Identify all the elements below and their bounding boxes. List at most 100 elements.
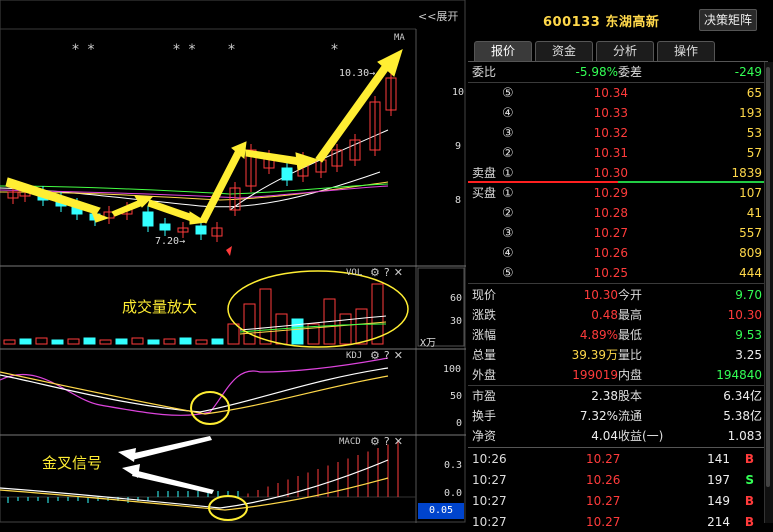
volume-bar <box>99 339 112 345</box>
order-volume: 53 <box>746 126 762 140</box>
level-icon: ④ <box>502 106 514 121</box>
volume-bar <box>339 313 352 345</box>
vol-tools: ⚙? ✕ <box>366 266 403 279</box>
volume-bar <box>83 337 96 345</box>
order-volume: 57 <box>746 146 762 160</box>
order-book-row[interactable]: ④ 10.33 193 <box>468 103 768 123</box>
volume-bar <box>163 338 176 345</box>
level-icon: ③ <box>502 226 514 241</box>
kdj-label: KDJ <box>346 351 363 361</box>
golden-cross-annotation: 金叉信号 <box>42 454 103 472</box>
volume-bar <box>355 308 368 345</box>
price-tick-8: 8 <box>455 195 462 206</box>
help-icon[interactable]: ? <box>384 266 390 279</box>
close-icon[interactable]: ✕ <box>394 349 403 362</box>
scrollbar-thumb[interactable] <box>766 67 770 487</box>
star-marks-3: * <box>228 42 235 58</box>
star-marks-4: * <box>331 42 338 58</box>
volume-bar <box>179 337 192 345</box>
stat-row: 总量 39.39万 量比 3.25 <box>472 348 762 362</box>
level-icon: ⑤ <box>502 266 514 281</box>
quote-panel: 600133 东湖高新 决策矩阵 报价 资金 分析 操作 委比 -5.98% 委… <box>468 0 773 529</box>
stat-row: 涨幅 4.89% 最低 9.53 <box>472 328 762 342</box>
level-icon: ③ <box>502 126 514 141</box>
order-book-row[interactable]: ② 10.31 57 <box>468 143 768 163</box>
volume-bar <box>147 339 160 345</box>
order-volume: 41 <box>746 206 762 220</box>
expand-button[interactable]: <<展开 <box>418 8 458 24</box>
tab-analysis[interactable]: 分析 <box>596 41 654 61</box>
trade-row: 10:27 10.26 197 S <box>472 473 754 487</box>
volume-bar <box>35 337 48 345</box>
side-label: 卖盘 <box>472 166 497 180</box>
macd-label: MACD <box>339 437 361 447</box>
order-book-row[interactable]: ⑤ 10.34 65 <box>468 83 768 103</box>
macd-tick-00: 0.0 <box>444 488 463 499</box>
volume-bar <box>371 283 384 345</box>
volume-bar <box>131 337 144 345</box>
volume-bar <box>195 339 208 345</box>
vol-unit: X万 <box>420 338 437 349</box>
kdj-tick-0: 0 <box>456 418 463 429</box>
macd-tools: ⚙? ✕ <box>366 435 403 448</box>
order-book-row[interactable]: 卖盘 ① 10.30 1839 <box>468 163 768 183</box>
order-volume: 444 <box>739 266 762 280</box>
order-price: 10.28 <box>593 206 628 220</box>
level-icon: ④ <box>502 246 514 261</box>
help-icon[interactable]: ? <box>384 435 390 448</box>
macd-tick-03: 0.3 <box>444 460 463 471</box>
chart-area[interactable]: <<展开 MA * * * * * * 10.30→ 7.20→ 10 9 8 … <box>0 0 466 523</box>
stat-row: 换手 7.32% 流通 5.38亿 <box>472 409 762 423</box>
vol-label: VOL <box>346 268 363 278</box>
stat-row: 市盈 2.38 股本 6.34亿 <box>472 389 762 403</box>
volume-bar <box>19 338 32 345</box>
gear-icon[interactable]: ⚙ <box>370 435 380 448</box>
kdj-tick-100: 100 <box>443 364 462 375</box>
decision-matrix-button[interactable]: 决策矩阵 <box>699 9 757 31</box>
star-marks-2: * * <box>173 42 198 58</box>
order-price: 10.31 <box>593 146 628 160</box>
quote-tabs: 报价 资金 分析 操作 <box>474 41 718 61</box>
order-price: 10.33 <box>593 106 628 120</box>
vol-tick-30: 30 <box>450 316 463 327</box>
order-book-row[interactable]: ② 10.28 41 <box>468 203 768 223</box>
tab-quote[interactable]: 报价 <box>474 41 532 61</box>
volume-bar <box>67 338 80 345</box>
high-price-marker: 10.30→ <box>339 68 376 79</box>
kdj-k-line <box>0 367 389 413</box>
trade-row: 10:27 10.27 214 B <box>472 515 754 529</box>
vol-tick-60: 60 <box>450 293 463 304</box>
weibi-row: 委比 -5.98% 委差 -249 <box>472 65 762 79</box>
level-icon: ⑤ <box>502 86 514 101</box>
order-volume: 193 <box>739 106 762 120</box>
order-price: 10.26 <box>593 246 628 260</box>
level-icon: ② <box>502 146 514 161</box>
volume-annotation: 成交量放大 <box>122 298 198 316</box>
kdj-tools: ⚙? ✕ <box>366 349 403 362</box>
gear-icon[interactable]: ⚙ <box>370 349 380 362</box>
order-volume: 809 <box>739 246 762 260</box>
tab-funds[interactable]: 资金 <box>535 41 593 61</box>
order-price: 10.30 <box>593 166 628 180</box>
tab-operate[interactable]: 操作 <box>657 41 715 61</box>
stock-code: 600133 <box>543 15 601 30</box>
stat-row: 涨跌 0.48 最高 10.30 <box>472 308 762 322</box>
help-icon[interactable]: ? <box>384 349 390 362</box>
book-divider <box>468 283 768 284</box>
order-price: 10.29 <box>593 186 628 200</box>
close-icon[interactable]: ✕ <box>394 266 403 279</box>
order-price: 10.32 <box>593 126 628 140</box>
stat-row: 净资 4.04 收益(一) 1.083 <box>472 429 762 443</box>
order-book-row[interactable]: ④ 10.26 809 <box>468 243 768 263</box>
macd-value-box: 0.05 <box>418 503 464 519</box>
close-icon[interactable]: ✕ <box>394 435 403 448</box>
signal-arrow-1 <box>130 436 212 460</box>
order-book-row[interactable]: ③ 10.32 53 <box>468 123 768 143</box>
order-book-row[interactable]: 买盘 ① 10.29 107 <box>468 183 768 203</box>
kdj-tick-50: 50 <box>450 391 463 402</box>
stock-title: 600133 东湖高新 <box>543 11 659 30</box>
order-book-row[interactable]: ⑤ 10.25 444 <box>468 263 768 283</box>
gear-icon[interactable]: ⚙ <box>370 266 380 279</box>
star-marks-1: * * <box>72 42 97 58</box>
order-book-row[interactable]: ③ 10.27 557 <box>468 223 768 243</box>
